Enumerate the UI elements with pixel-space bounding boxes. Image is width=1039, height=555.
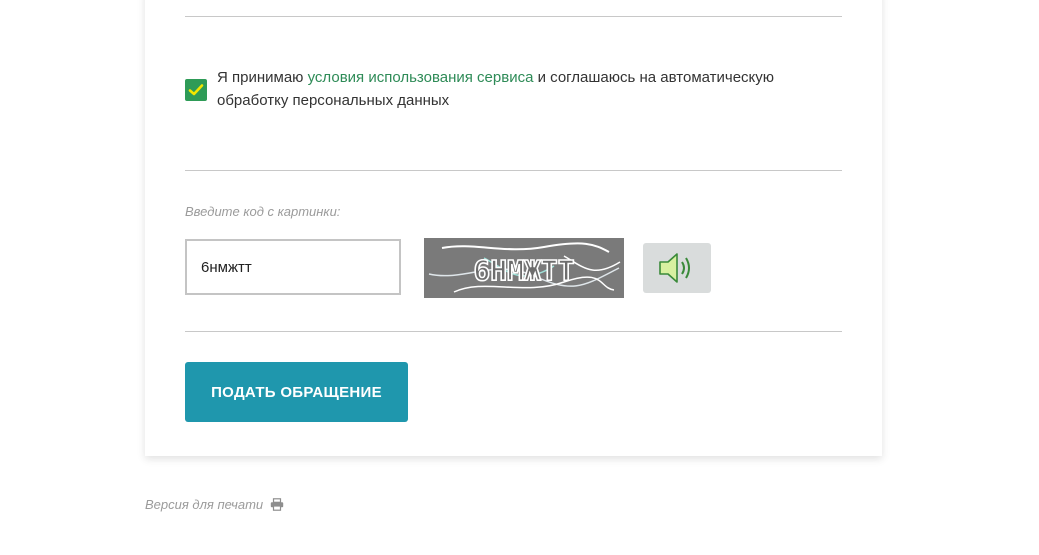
divider-top [185, 16, 842, 17]
print-version-link[interactable]: Версия для печати [145, 497, 284, 512]
divider-bottom [185, 331, 842, 332]
printer-icon [270, 498, 283, 511]
terms-of-service-link[interactable]: условия использования сервиса [308, 69, 534, 86]
appeal-form-card: Я принимаю условия использования сервиса… [145, 0, 882, 456]
captcha-noise: 6НМЖТТ [428, 242, 621, 293]
consent-checkbox[interactable] [185, 79, 207, 101]
submit-appeal-button[interactable]: ПОДАТЬ ОБРАЩЕНИЕ [185, 362, 408, 422]
captcha-label: Введите код с картинки: [185, 204, 341, 219]
print-version-label: Версия для печати [145, 497, 264, 512]
checkmark-icon [188, 84, 204, 96]
consent-text-before: Я принимаю [217, 69, 308, 86]
divider-middle [185, 170, 842, 171]
captcha-image-text: 6НМЖТТ [473, 254, 574, 287]
captcha-image: 6НМЖТТ [424, 238, 624, 298]
speaker-icon [659, 253, 690, 283]
consent-text: Я принимаю условия использования сервиса… [217, 66, 837, 112]
captcha-input[interactable] [185, 239, 401, 295]
captcha-audio-button[interactable] [643, 243, 711, 293]
